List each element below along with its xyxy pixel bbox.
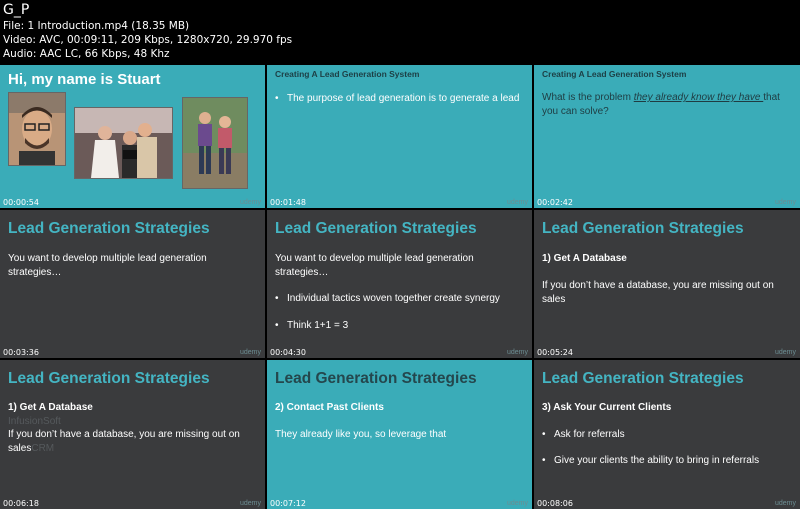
slide-line-2: strategies… <box>275 267 329 278</box>
bullet-dot: • <box>275 320 279 331</box>
udemy-watermark: udemy <box>506 349 528 356</box>
thumbnail-2[interactable]: Creating A Lead Generation System • The p… <box>267 65 532 208</box>
udemy-watermark: udemy <box>774 500 796 507</box>
slide-title: Creating A Lead Generation System <box>275 69 420 79</box>
wedding-photo <box>74 107 173 179</box>
timestamp: 00:00:54 <box>3 198 39 207</box>
udemy-watermark: udemy <box>239 500 261 507</box>
file-info: File: 1 Introduction.mp4 (18.35 MB) <box>3 20 190 32</box>
bullet-text: Give your clients the ability to bring i… <box>554 455 760 466</box>
media-info-header: G_P File: 1 Introduction.mp4 (18.35 MB) … <box>0 0 800 65</box>
slide-title: Hi, my name is Stuart <box>8 71 161 88</box>
bullet-text: The purpose of lead generation is to gen… <box>287 93 520 104</box>
bullet-text: Individual tactics woven together create… <box>287 293 500 304</box>
thumbnail-8[interactable]: Lead Generation Strategies 2) Contact Pa… <box>267 360 532 509</box>
outdoor-photo <box>182 97 248 189</box>
header-title: G_P <box>3 2 30 18</box>
thumbnail-9[interactable]: Lead Generation Strategies 3) Ask Your C… <box>534 360 800 509</box>
slide-line-1: If you don’t have a database, you are mi… <box>8 429 240 440</box>
udemy-watermark: udemy <box>239 199 261 206</box>
timestamp: 00:06:18 <box>3 499 39 508</box>
bullet-dot: • <box>542 429 546 440</box>
udemy-watermark: udemy <box>506 199 528 206</box>
slide-text: What is the problem they already know th… <box>542 91 780 119</box>
timestamp: 00:03:36 <box>3 348 39 357</box>
slide-line-1: They already like you, so leverage that <box>275 429 447 440</box>
timestamp: 00:07:12 <box>270 499 306 508</box>
slide-subtitle: 2) Contact Past Clients <box>275 402 384 413</box>
text-part: What is the problem <box>542 92 634 103</box>
emphasized-text: they already know they have <box>633 92 764 103</box>
slide-line-2: strategies… <box>8 267 62 278</box>
bullet-text: Think 1+1 = 3 <box>287 320 349 331</box>
thumbnail-3[interactable]: Creating A Lead Generation System What i… <box>534 65 800 208</box>
bullet-dot: • <box>275 293 279 304</box>
timestamp: 00:04:30 <box>270 348 306 357</box>
thumbnail-grid: Hi, my name is Stuart 00:00:54 udemy Cre… <box>0 65 800 509</box>
slide-line-2: salesCRM <box>8 442 54 456</box>
slide-subtitle: 3) Ask Your Current Clients <box>542 402 672 413</box>
text-part: that <box>763 92 780 103</box>
slide-subtitle: 1) Get A Database <box>8 402 93 413</box>
udemy-watermark: udemy <box>506 500 528 507</box>
slide-bullet: • The purpose of lead generation is to ge… <box>275 93 519 104</box>
slide-title: Lead Generation Strategies <box>275 370 477 387</box>
speaker-photo-portrait <box>8 92 66 166</box>
bullet-dot: • <box>275 93 279 104</box>
thumbnail-1[interactable]: Hi, my name is Stuart 00:00:54 udemy <box>0 65 265 208</box>
thumbnail-5[interactable]: Lead Generation Strategies You want to d… <box>267 210 532 358</box>
slide-title: Lead Generation Strategies <box>8 220 210 237</box>
text-part: you can solve? <box>542 106 609 117</box>
ghost-text: InfusionSoft <box>8 416 61 427</box>
slide-line-1: You want to develop multiple lead genera… <box>8 253 207 264</box>
slide-bullet: • Individual tactics woven together creat… <box>275 293 500 304</box>
audio-info: Audio: AAC LC, 66 Kbps, 48 Khz <box>3 48 170 60</box>
slide-bullet: • Think 1+1 = 3 <box>275 320 348 331</box>
video-info: Video: AVC, 00:09:11, 209 Kbps, 1280x720… <box>3 34 293 46</box>
slide-title: Lead Generation Strategies <box>542 370 744 387</box>
slide-line-1: If you don’t have a database, you are mi… <box>542 280 774 291</box>
slide-title: Lead Generation Strategies <box>275 220 477 237</box>
slide-subtitle: 1) Get A Database <box>542 253 627 264</box>
timestamp: 00:05:24 <box>537 348 573 357</box>
slide-title: Lead Generation Strategies <box>542 220 744 237</box>
slide-title: Creating A Lead Generation System <box>542 69 687 79</box>
timestamp: 00:02:42 <box>537 198 573 207</box>
udemy-watermark: udemy <box>239 349 261 356</box>
ghost-text: CRM <box>31 443 55 454</box>
text-part: sales <box>8 443 32 454</box>
slide-line-2: sales <box>542 294 566 305</box>
udemy-watermark: udemy <box>774 349 796 356</box>
timestamp: 00:08:06 <box>537 499 573 508</box>
thumbnail-6[interactable]: Lead Generation Strategies 1) Get A Data… <box>534 210 800 358</box>
bullet-dot: • <box>542 455 546 466</box>
timestamp: 00:01:48 <box>270 198 306 207</box>
slide-title: Lead Generation Strategies <box>8 370 210 387</box>
thumbnail-7[interactable]: Lead Generation Strategies 1) Get A Data… <box>0 360 265 509</box>
thumbnail-4[interactable]: Lead Generation Strategies You want to d… <box>0 210 265 358</box>
bullet-text: Ask for referrals <box>554 429 625 440</box>
udemy-watermark: udemy <box>774 199 796 206</box>
slide-bullet: • Ask for referrals <box>542 429 625 440</box>
slide-line-1: You want to develop multiple lead genera… <box>275 253 474 264</box>
slide-bullet: • Give your clients the ability to bring … <box>542 455 759 466</box>
